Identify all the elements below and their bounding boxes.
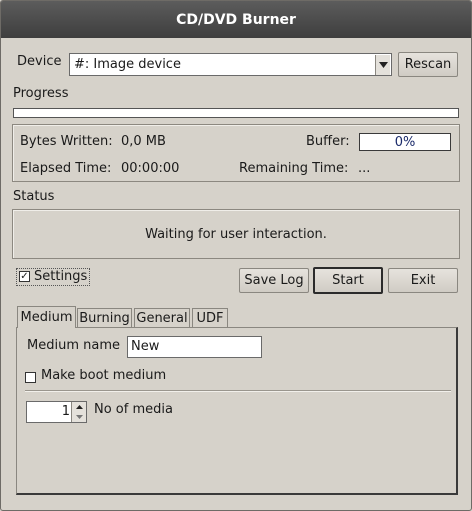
separator: [25, 390, 451, 392]
bytes-written-label: Bytes Written:: [20, 134, 113, 149]
start-button-label: Start: [332, 273, 364, 288]
progress-label: Progress: [13, 86, 69, 101]
tab-general-label: General: [136, 311, 188, 326]
settings-checkbox[interactable]: ✓: [19, 271, 30, 282]
medium-name-input[interactable]: New: [127, 336, 262, 358]
device-select[interactable]: #: Image device: [69, 53, 392, 76]
exit-button-label: Exit: [410, 273, 436, 288]
title-bar[interactable]: CD/DVD Burner: [1, 1, 471, 38]
rescan-button[interactable]: Rescan: [398, 52, 458, 77]
window-title: CD/DVD Burner: [176, 11, 296, 28]
device-label: Device: [17, 54, 62, 69]
buffer-value: 0%: [394, 135, 416, 150]
elapsed-time-value: 00:00:00: [121, 161, 180, 176]
settings-label: Settings: [34, 269, 88, 284]
burner-window: CD/DVD Burner Device #: Image device Res…: [0, 0, 472, 511]
buffer-label: Buffer:: [306, 134, 350, 149]
tab-udf-label: UDF: [196, 311, 224, 326]
remaining-time-label: Remaining Time:: [239, 161, 349, 176]
medium-name-value: New: [131, 339, 160, 354]
buffer-meter: 0%: [359, 133, 451, 151]
media-count-value: 1: [61, 404, 70, 419]
status-message: Waiting for user interaction.: [145, 227, 327, 242]
remaining-time-value: ...: [358, 161, 371, 176]
settings-toggle[interactable]: ✓ Settings: [16, 268, 90, 286]
boot-medium-checkbox[interactable]: [25, 372, 36, 383]
progress-bar: [13, 108, 459, 118]
tab-burning-label: Burning: [79, 311, 130, 326]
start-button[interactable]: Start: [313, 267, 383, 294]
status-panel: Waiting for user interaction.: [12, 209, 460, 259]
status-label: Status: [13, 189, 55, 204]
media-count-label: No of media: [94, 402, 173, 417]
device-select-value: #: Image device: [74, 57, 181, 72]
tab-medium-label: Medium: [20, 310, 73, 325]
tab-medium[interactable]: Medium: [17, 306, 76, 328]
tab-panel-medium: Medium name New Make boot medium 1 No of…: [16, 327, 458, 495]
exit-button[interactable]: Exit: [388, 268, 458, 293]
elapsed-time-label: Elapsed Time:: [20, 161, 112, 176]
chevron-down-icon[interactable]: [375, 55, 390, 75]
tab-udf[interactable]: UDF: [192, 308, 228, 328]
rescan-button-label: Rescan: [404, 57, 452, 72]
bytes-written-value: 0,0 MB: [121, 134, 166, 149]
media-count-spinner[interactable]: 1: [26, 401, 87, 423]
save-log-button[interactable]: Save Log: [239, 268, 309, 293]
chevron-down-icon[interactable]: [71, 412, 86, 422]
medium-name-label: Medium name: [27, 338, 120, 353]
stats-panel: Bytes Written: 0,0 MB Buffer: 0% Elapsed…: [12, 124, 460, 182]
save-log-button-label: Save Log: [244, 273, 304, 288]
check-icon: ✓: [20, 270, 29, 282]
boot-medium-label: Make boot medium: [41, 368, 167, 383]
tab-general[interactable]: General: [134, 308, 190, 328]
tab-burning[interactable]: Burning: [77, 308, 132, 328]
